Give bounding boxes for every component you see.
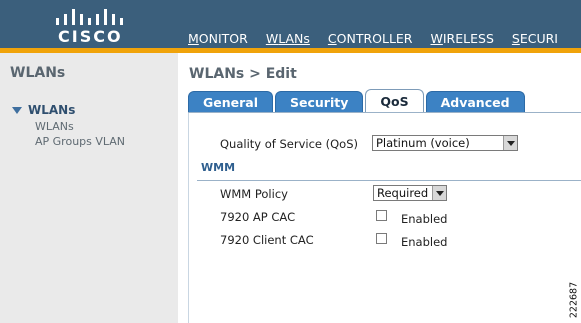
- menu-controller[interactable]: CONTROLLER: [328, 31, 413, 49]
- figure-code: 222687: [568, 282, 580, 318]
- client-cac-enabled-label: Enabled: [401, 235, 448, 249]
- tab-advanced[interactable]: Advanced: [425, 91, 525, 113]
- tab-general[interactable]: General: [188, 91, 273, 113]
- ap-cac-enabled-label: Enabled: [401, 212, 448, 226]
- tab-security[interactable]: Security: [275, 91, 364, 113]
- client-cac-checkbox[interactable]: [376, 233, 387, 244]
- client-cac-label: 7920 Client CAC: [220, 233, 314, 247]
- menu-controller-label: ONTROLLER: [336, 31, 413, 46]
- menu-wlans-accesskey: W: [265, 31, 279, 46]
- top-menu: MONITOR WLANs CONTROLLER WIRELESS SECURI: [188, 31, 576, 49]
- logo-wordmark: CISCO: [58, 27, 123, 46]
- tab-qos[interactable]: QoS: [365, 89, 424, 113]
- menu-security-label: ECURI: [519, 31, 558, 46]
- menu-controller-accesskey: C: [327, 31, 337, 46]
- sidebar-title: WLANs: [10, 65, 66, 81]
- cisco-logo: CISCO: [0, 0, 180, 50]
- sidebar-item-wlans[interactable]: WLANs: [35, 120, 74, 133]
- sidebar-group-label: WLANs: [28, 103, 76, 117]
- menu-wireless-label: IRELESS: [442, 31, 494, 46]
- wmm-policy-label: WMM Policy: [220, 187, 288, 201]
- menu-wlans-label: LANs: [278, 31, 310, 46]
- tab-bar: General Security QoS Advanced: [188, 89, 527, 113]
- sidebar-item-ap-groups-vlan[interactable]: AP Groups VLAN: [35, 135, 125, 148]
- menu-monitor-accesskey: M: [188, 31, 199, 46]
- menu-monitor-label: ONITOR: [198, 31, 248, 46]
- menu-wireless-accesskey: W: [430, 31, 443, 46]
- menu-security-accesskey: S: [511, 31, 520, 46]
- qos-select[interactable]: Platinum (voice): [372, 135, 518, 151]
- menu-wlans[interactable]: WLANs: [266, 31, 310, 49]
- page-title: WLANs > Edit: [189, 66, 297, 82]
- sidebar: WLANs WLANs WLANs AP Groups VLAN: [0, 53, 178, 323]
- qos-select-value: Platinum (voice): [376, 136, 470, 150]
- main-content: WLANs > Edit General Security QoS Advanc…: [188, 53, 581, 323]
- figure-code-text: 222687: [568, 281, 580, 319]
- wmm-policy-value: Required: [377, 186, 429, 200]
- ap-cac-label: 7920 AP CAC: [220, 210, 296, 224]
- expand-arrow-icon: [12, 106, 22, 114]
- dropdown-arrow-icon: [432, 186, 446, 200]
- wmm-divider: [197, 180, 581, 181]
- ap-cac-checkbox[interactable]: [376, 210, 387, 221]
- sidebar-gutter: [178, 53, 188, 323]
- sidebar-group-wlans[interactable]: WLANs: [12, 103, 75, 117]
- header-bar: CISCO MONITOR WLANs CONTROLLER WIRELESS …: [0, 0, 581, 50]
- menu-wireless[interactable]: WIRELESS: [431, 31, 494, 49]
- wmm-policy-select[interactable]: Required: [373, 185, 447, 201]
- wmm-heading: WMM: [201, 161, 236, 174]
- cisco-bars-icon: [56, 9, 123, 25]
- dropdown-arrow-icon: [503, 136, 517, 150]
- menu-monitor[interactable]: MONITOR: [188, 31, 248, 49]
- qos-label: Quality of Service (QoS): [220, 137, 359, 151]
- menu-security[interactable]: SECURI: [512, 31, 558, 49]
